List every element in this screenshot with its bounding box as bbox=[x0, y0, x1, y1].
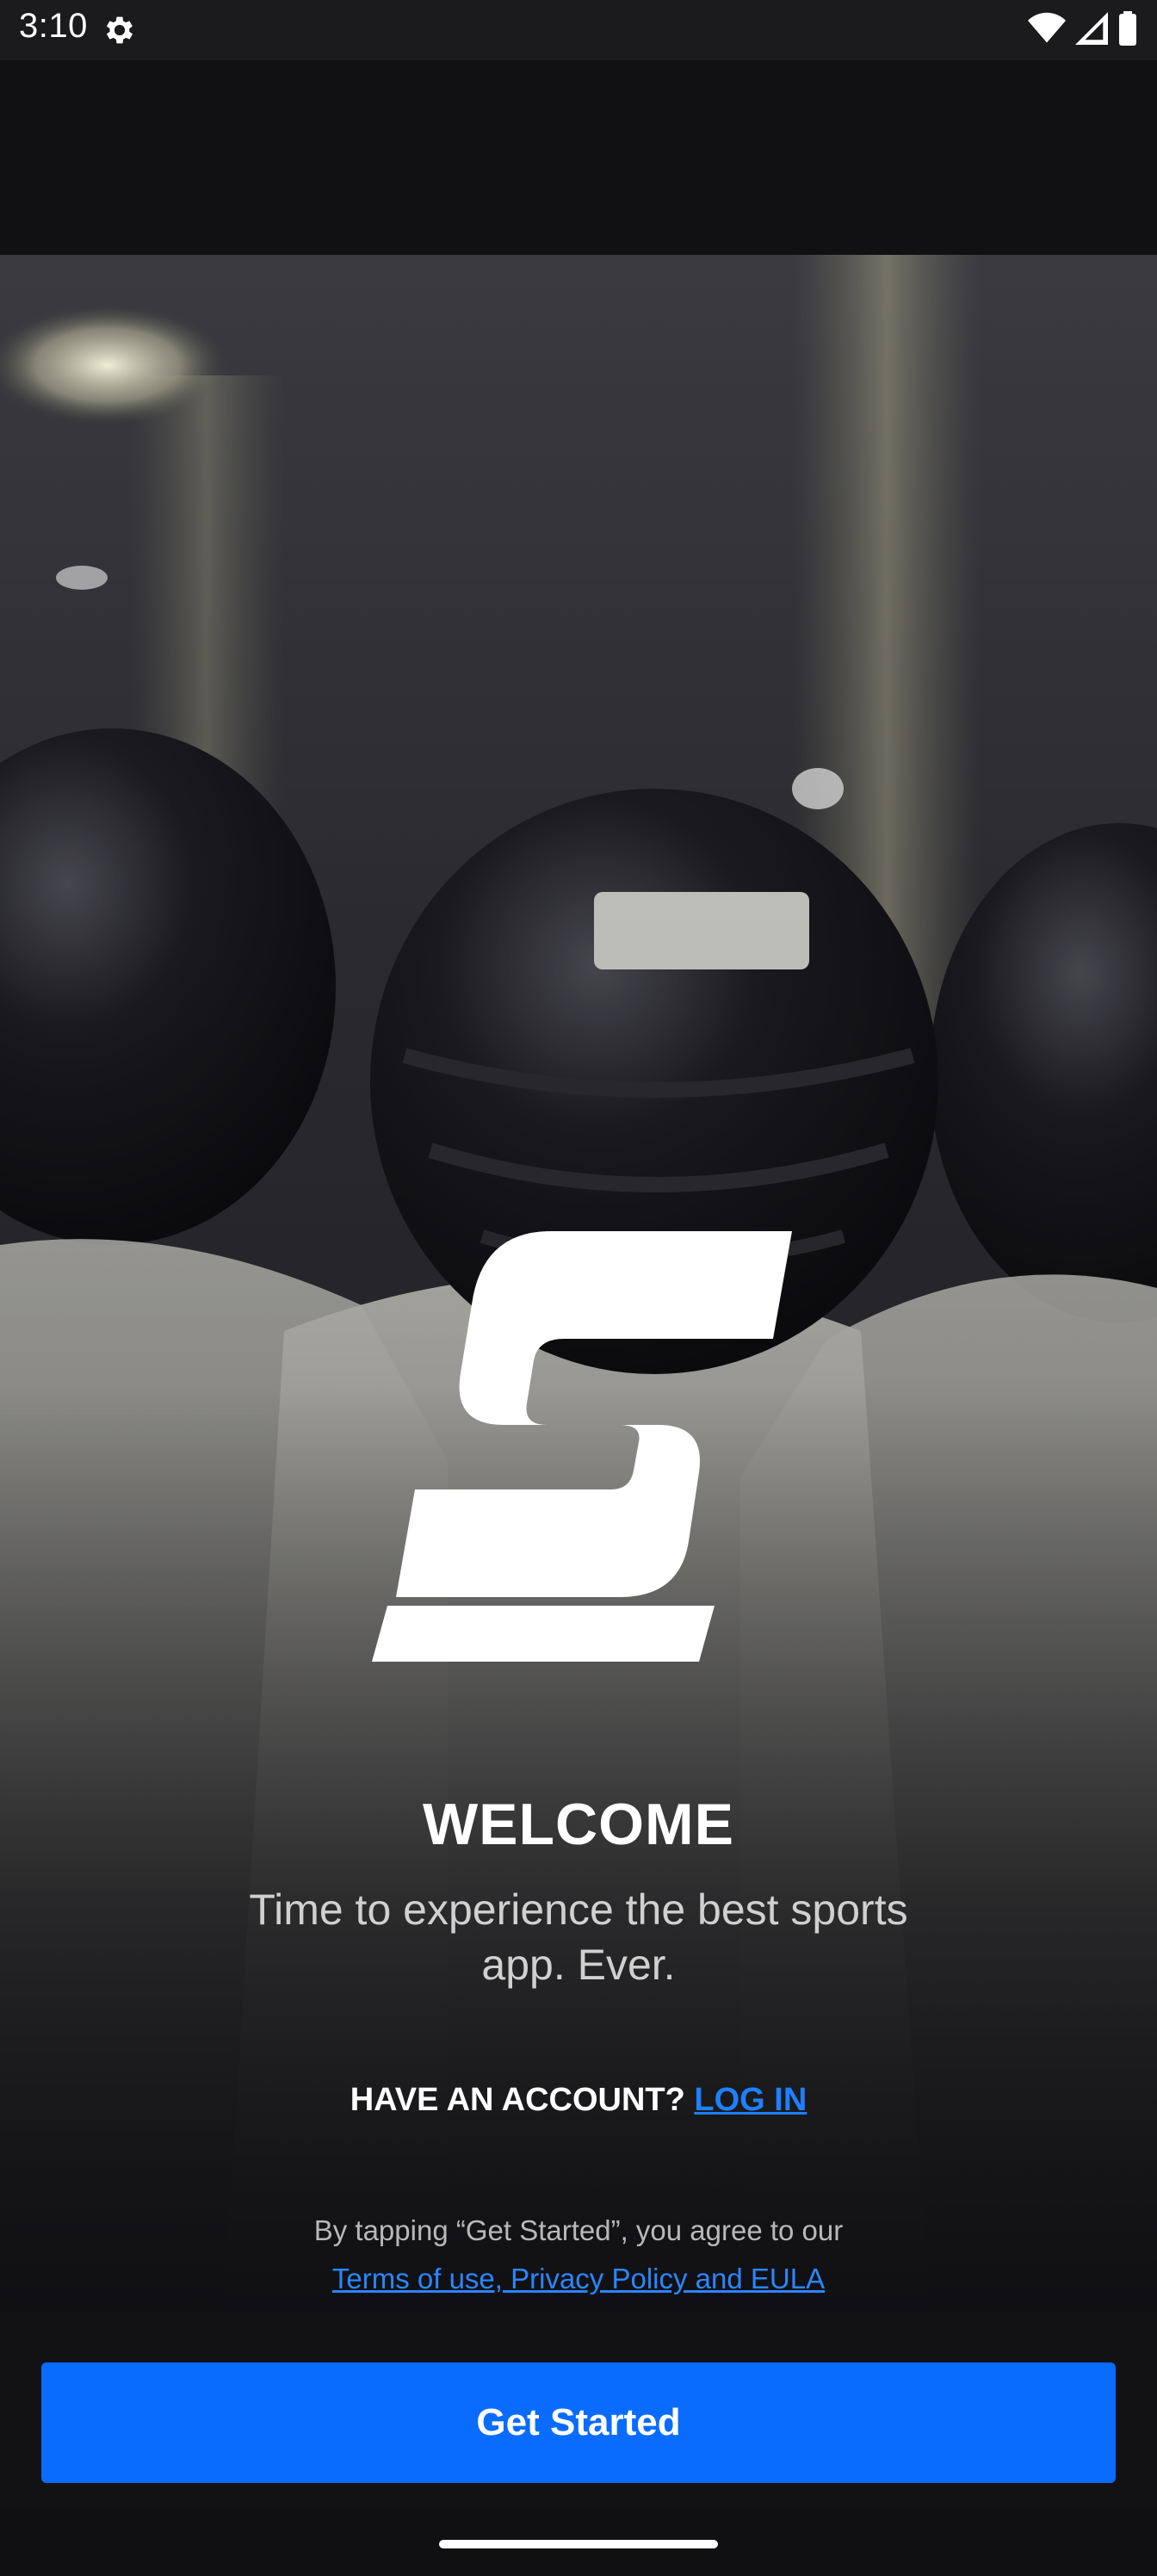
battery-icon bbox=[1117, 10, 1138, 50]
account-prompt-line: HAVE AN ACCOUNT? LOG IN bbox=[0, 2082, 1157, 2119]
status-time: 3:10 bbox=[19, 7, 88, 45]
s-logo-icon bbox=[362, 1231, 801, 1662]
terms-link[interactable]: Terms of use, Privacy Policy and EULA bbox=[0, 2263, 1157, 2295]
welcome-screen: 3:10 WELCOME Time to experience the best… bbox=[0, 0, 1157, 2576]
home-gesture-handle[interactable] bbox=[439, 2540, 718, 2548]
wifi-icon bbox=[1028, 12, 1066, 49]
agreement-text: By tapping “Get Started”, you agree to o… bbox=[313, 2214, 844, 2246]
welcome-title: WELCOME bbox=[422, 1792, 735, 1857]
top-band bbox=[0, 60, 1157, 255]
gear-icon bbox=[102, 12, 138, 48]
account-prompt: HAVE AN ACCOUNT? bbox=[350, 2082, 685, 2118]
status-icons bbox=[1028, 10, 1138, 50]
status-bar: 3:10 bbox=[0, 0, 1157, 60]
cellular-signal-icon bbox=[1074, 11, 1109, 49]
get-started-button[interactable]: Get Started bbox=[41, 2362, 1116, 2483]
welcome-tagline: Time to experience the best sports app. … bbox=[249, 1886, 908, 1989]
login-link[interactable]: LOG IN bbox=[694, 2082, 807, 2118]
